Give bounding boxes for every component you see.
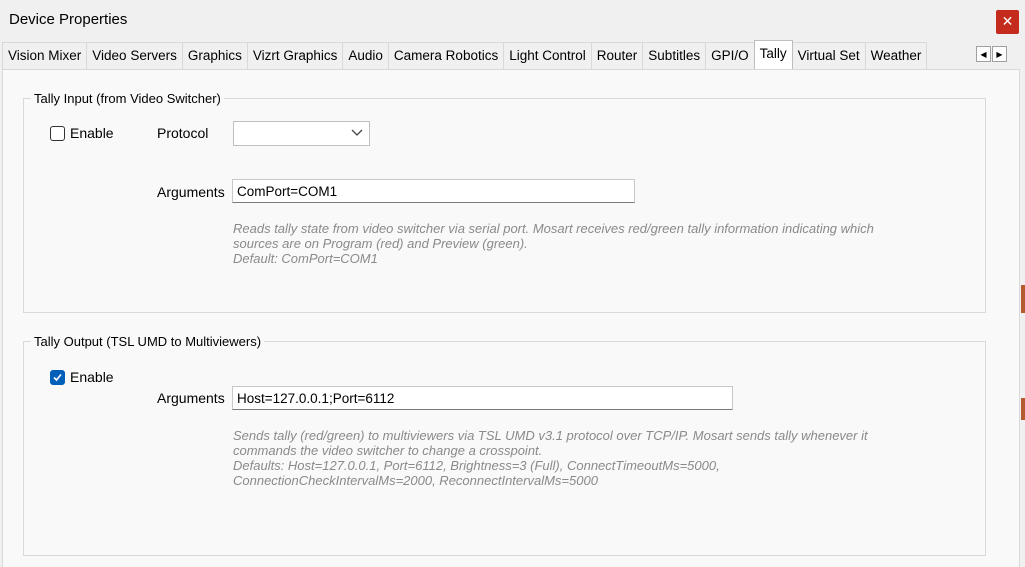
tab-camera-robotics[interactable]: Camera Robotics <box>387 42 505 69</box>
tab-weather[interactable]: Weather <box>864 42 928 69</box>
tally-input-legend: Tally Input (from Video Switcher) <box>31 91 224 106</box>
arrow-left-icon: ◀ <box>980 50 987 59</box>
tally-output-enable-label: Enable <box>70 369 114 385</box>
tab-strip: Vision Mixer Video Servers Graphics Vizrt G… <box>0 40 1025 69</box>
chevron-down-icon <box>351 129 363 136</box>
tally-input-arguments-label: Arguments <box>157 184 225 200</box>
tab-tally[interactable]: Tally <box>753 40 793 69</box>
close-icon: ✕ <box>1001 14 1014 30</box>
protocol-label: Protocol <box>157 125 209 141</box>
tab-light-control[interactable]: Light Control <box>503 42 592 69</box>
arrow-right-icon: ▶ <box>996 50 1003 59</box>
tally-input-help-text: Reads tally state from video switcher vi… <box>233 221 874 266</box>
tab-scroll-left-button[interactable]: ◀ <box>976 46 991 62</box>
help-line: Defaults: Host=127.0.0.1, Port=6112, Bri… <box>233 458 720 473</box>
tally-output-enable-checkbox[interactable] <box>50 370 65 385</box>
help-line: Reads tally state from video switcher vi… <box>233 221 874 236</box>
tally-input-arguments-input[interactable] <box>232 179 635 203</box>
tally-input-enable-checkbox[interactable] <box>50 126 65 141</box>
tally-input-enable-label: Enable <box>70 125 114 141</box>
tab-content-tally: Tally Input (from Video Switcher) Enable… <box>2 69 1020 567</box>
protocol-select[interactable] <box>233 121 370 146</box>
tab-vizrt-graphics[interactable]: Vizrt Graphics <box>246 42 344 69</box>
window-edge-highlight <box>1021 285 1025 313</box>
tab-video-servers[interactable]: Video Servers <box>86 42 183 69</box>
tab-gpi-o[interactable]: GPI/O <box>705 42 755 69</box>
tab-scroll-buttons: ◀ ▶ <box>976 46 1008 62</box>
tally-output-arguments-label: Arguments <box>157 390 225 406</box>
tally-output-arguments-input[interactable] <box>232 386 733 410</box>
help-line: commands the video switcher to change a … <box>233 443 543 458</box>
checkmark-icon <box>53 373 62 382</box>
help-line: Sends tally (red/green) to multiviewers … <box>233 428 868 443</box>
tally-output-legend: Tally Output (TSL UMD to Multiviewers) <box>31 334 265 349</box>
tally-output-help-text: Sends tally (red/green) to multiviewers … <box>233 428 868 488</box>
tab-vision-mixer[interactable]: Vision Mixer <box>2 42 88 69</box>
title-bar: Device Properties ✕ <box>0 0 1025 40</box>
tab-subtitles[interactable]: Subtitles <box>642 42 707 69</box>
tab-graphics[interactable]: Graphics <box>181 42 248 69</box>
help-line: ConnectionCheckIntervalMs=2000, Reconnec… <box>233 473 598 488</box>
window-edge-highlight <box>1021 398 1025 420</box>
tab-scroll-right-button[interactable]: ▶ <box>992 46 1007 62</box>
window-title: Device Properties <box>9 11 128 28</box>
tab-router[interactable]: Router <box>590 42 644 69</box>
help-line: sources are on Program (red) and Preview… <box>233 236 528 251</box>
tab-audio[interactable]: Audio <box>342 42 389 69</box>
help-line: Default: ComPort=COM1 <box>233 251 378 266</box>
close-button[interactable]: ✕ <box>996 10 1019 34</box>
tab-list: Vision Mixer Video Servers Graphics Vizrt G… <box>2 40 928 69</box>
tab-virtual-set[interactable]: Virtual Set <box>791 42 866 69</box>
